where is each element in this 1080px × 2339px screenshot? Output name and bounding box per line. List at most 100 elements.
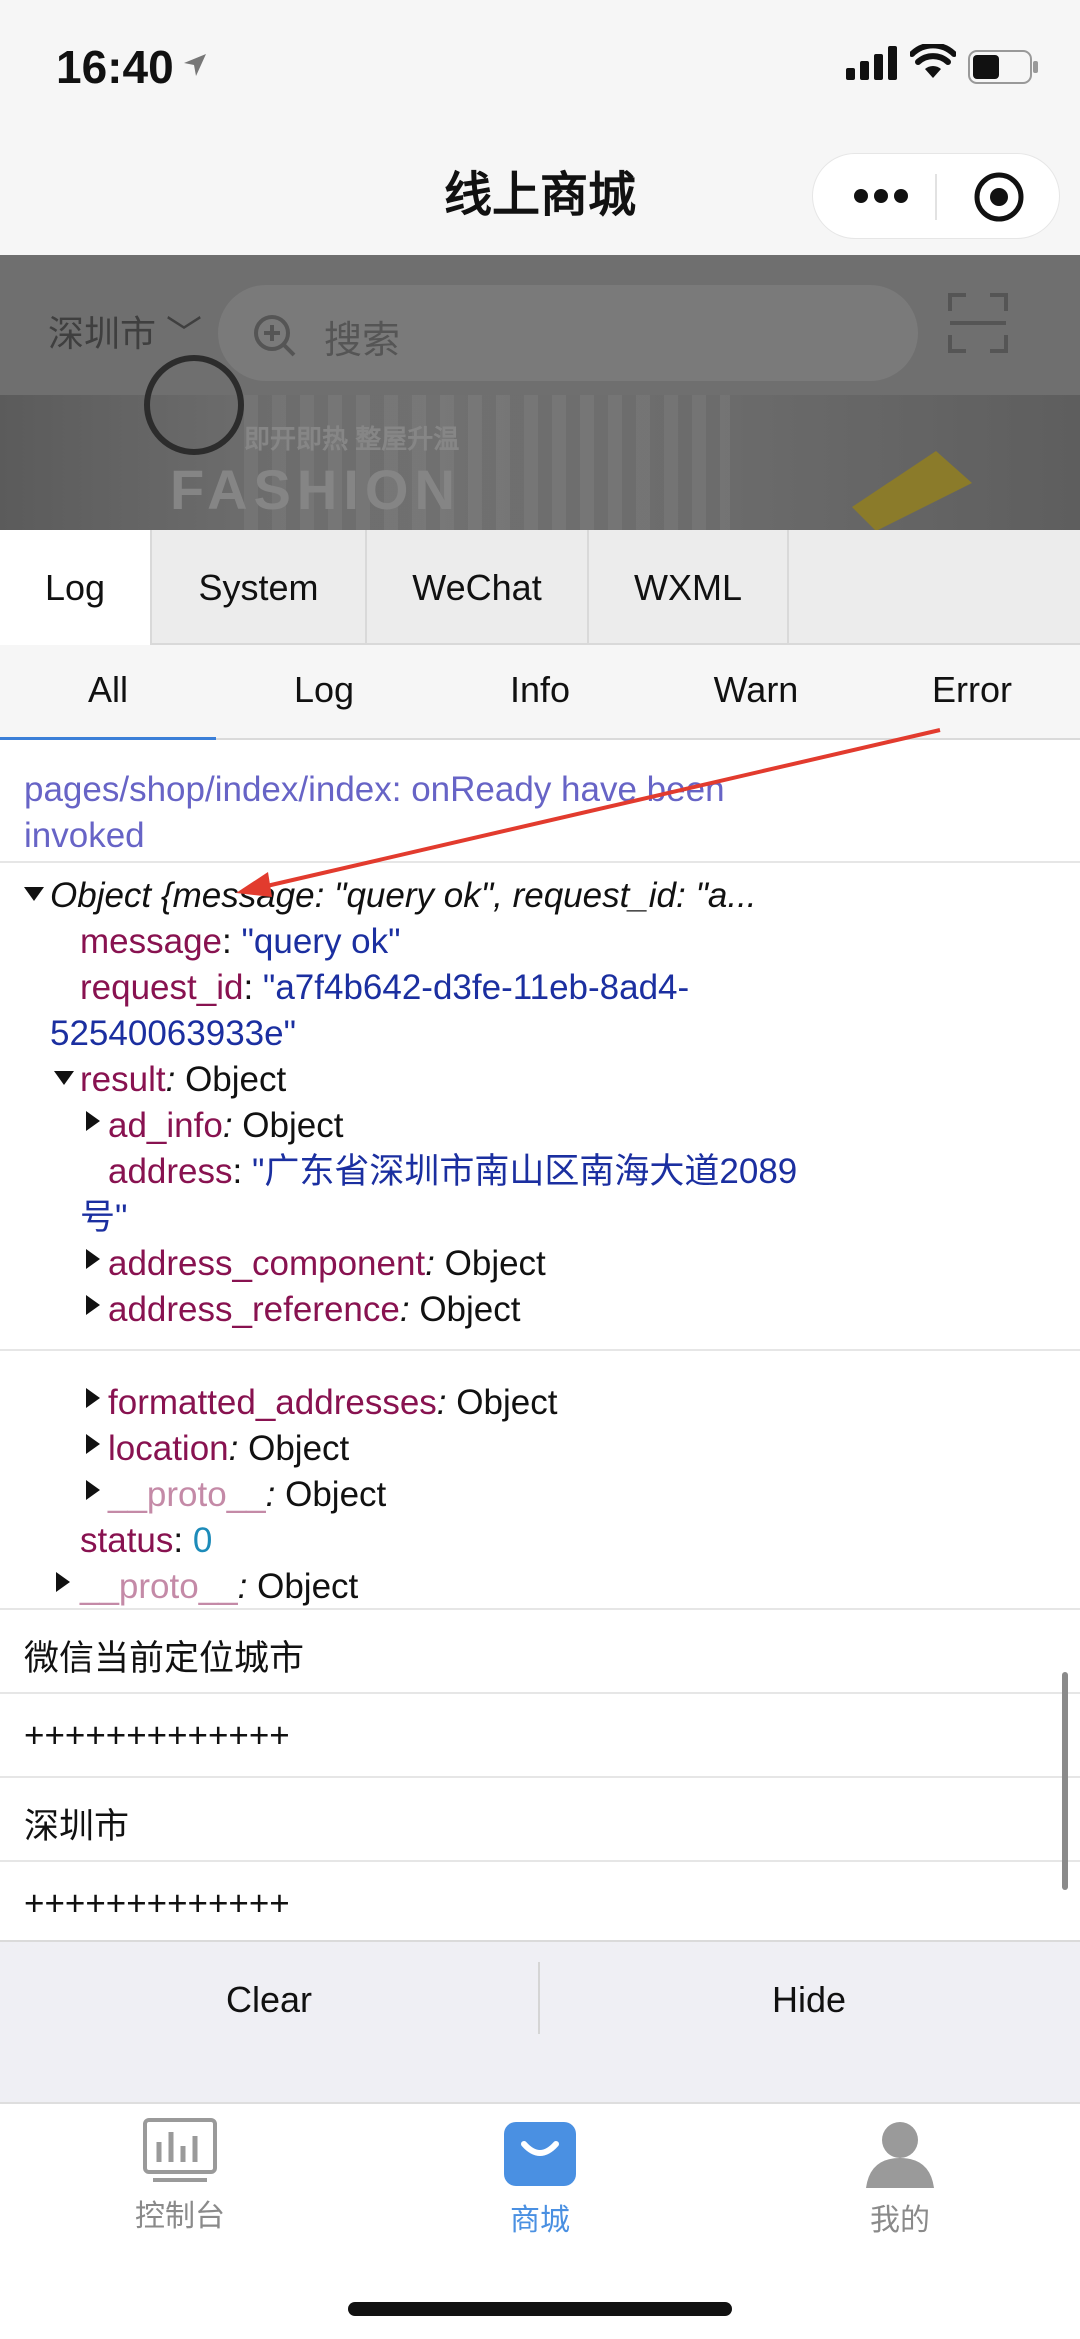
- prop-value: "a7f4b642-d3fe-11eb-8ad4-: [262, 968, 690, 1007]
- prop-address: address: "广东省深圳市南山区南海大道2089: [108, 1152, 798, 1191]
- prop-key: __proto__: [108, 1475, 266, 1514]
- banner-subtitle: 即开即热 整屋升温: [244, 424, 460, 454]
- battery-icon: [968, 50, 1038, 84]
- nav-bar: 线上商城: [0, 135, 1080, 255]
- collapse-triangle-icon[interactable]: [24, 887, 44, 901]
- prop-formatted-addresses[interactable]: formatted_addresses: Object: [108, 1380, 557, 1426]
- banner-title: FASHION: [170, 458, 461, 521]
- user-icon: [866, 2122, 934, 2188]
- prop-key: formatted_addresses: [108, 1383, 437, 1422]
- log-text: 深圳市: [24, 1807, 130, 1846]
- log-filter-tabs: All Log Info Warn Error: [0, 645, 1080, 740]
- prop-value: "query ok": [241, 922, 401, 961]
- collapse-triangle-icon[interactable]: [54, 1071, 74, 1085]
- filter-log[interactable]: Log: [216, 645, 432, 740]
- tab-log[interactable]: Log: [0, 530, 152, 645]
- tab-console[interactable]: 控制台: [0, 2118, 360, 2235]
- city-label: 深圳市: [48, 313, 157, 354]
- log-row: +++++++++++++: [0, 1694, 1080, 1778]
- prop-key: address_component: [108, 1244, 426, 1283]
- expand-triangle-icon[interactable]: [86, 1434, 100, 1454]
- expand-triangle-icon[interactable]: [56, 1572, 70, 1592]
- tab-label: 我的: [870, 2204, 930, 2237]
- capsule-divider: [935, 174, 937, 220]
- info-text-line1: pages/shop/index/index: onReady have bee…: [24, 770, 725, 809]
- prop-key: ad_info: [108, 1106, 223, 1145]
- filter-info[interactable]: Info: [432, 645, 648, 740]
- prop-type: Object: [456, 1383, 558, 1422]
- tab-profile[interactable]: 我的: [720, 2118, 1080, 2239]
- search-placeholder: 搜索: [324, 320, 401, 362]
- prop-message: message: "query ok": [80, 922, 401, 961]
- prop-result[interactable]: result: Object: [80, 1057, 286, 1103]
- prop-ad-info[interactable]: ad_info: Object: [108, 1103, 343, 1149]
- console-tabs: Log System WeChat WXML: [0, 530, 1080, 645]
- log-text: +++++++++++++: [24, 1716, 290, 1755]
- log-row: +++++++++++++: [0, 1862, 1080, 1940]
- prop-type: Object: [419, 1290, 521, 1329]
- prop-type: Object: [185, 1060, 287, 1099]
- prop-proto-inner[interactable]: __proto__: Object: [108, 1472, 386, 1518]
- page-background: 深圳市 ﹀ 搜索 即开即热 整屋升温 FASHION: [0, 255, 1080, 530]
- prop-key: result: [80, 1060, 166, 1099]
- tab-label: 商城: [510, 2204, 570, 2237]
- prop-location[interactable]: location: Object: [108, 1426, 349, 1472]
- more-icon[interactable]: [853, 184, 909, 208]
- cellular-signal-icon: [846, 46, 897, 80]
- prop-type: Object: [285, 1475, 387, 1514]
- status-bar: 16:40: [0, 0, 1080, 135]
- filter-error[interactable]: Error: [864, 645, 1080, 740]
- prop-key: status: [80, 1521, 174, 1560]
- tab-label: 控制台: [135, 2200, 225, 2233]
- prop-request-id: request_id: "a7f4b642-d3fe-11eb-8ad4-: [80, 968, 690, 1007]
- expand-triangle-icon[interactable]: [86, 1249, 100, 1269]
- vconsole-panel: Log System WeChat WXML All Log Info Warn…: [0, 530, 1080, 2103]
- prop-value: "广东省深圳市南山区南海大道2089: [251, 1152, 798, 1191]
- tab-shop[interactable]: 商城: [360, 2118, 720, 2239]
- log-row-info: pages/shop/index/index: onReady have bee…: [0, 755, 1080, 863]
- prop-key: location: [108, 1429, 229, 1468]
- prop-key: address_reference: [108, 1290, 400, 1329]
- mini-program-capsule: [812, 153, 1060, 239]
- log-row-object[interactable]: Object {message: "query ok", request_id:…: [0, 863, 1080, 1351]
- shopping-bag-icon: [504, 2122, 576, 2186]
- prop-proto-outer[interactable]: __proto__: Object: [80, 1564, 358, 1610]
- tab-system[interactable]: System: [152, 530, 367, 645]
- prop-value-wrap: 52540063933e": [50, 1014, 297, 1053]
- prop-address-reference[interactable]: address_reference: Object: [108, 1287, 520, 1333]
- log-text: +++++++++++++: [24, 1884, 290, 1923]
- expand-triangle-icon[interactable]: [86, 1111, 100, 1131]
- tab-wxml[interactable]: WXML: [589, 530, 789, 645]
- prop-key: __proto__: [80, 1567, 238, 1606]
- prop-status: status: 0: [80, 1521, 213, 1560]
- location-arrow-icon: [184, 54, 206, 76]
- filter-warn[interactable]: Warn: [648, 645, 864, 740]
- object-summary[interactable]: Object {message: "query ok", request_id:…: [50, 873, 757, 919]
- expand-triangle-icon[interactable]: [86, 1480, 100, 1500]
- tab-wechat[interactable]: WeChat: [367, 530, 589, 645]
- search-icon: [254, 315, 296, 357]
- clear-button[interactable]: Clear: [0, 1942, 538, 2057]
- expand-triangle-icon[interactable]: [86, 1295, 100, 1315]
- chevron-down-icon: ﹀: [166, 313, 203, 354]
- city-selector[interactable]: 深圳市 ﹀: [48, 305, 202, 357]
- info-text-line2: invoked: [24, 816, 145, 855]
- hide-button[interactable]: Hide: [540, 1942, 1078, 2057]
- home-indicator: [348, 2302, 732, 2316]
- log-row: 深圳市: [0, 1778, 1080, 1862]
- prop-address-component[interactable]: address_component: Object: [108, 1241, 546, 1287]
- prop-value: 0: [192, 1521, 213, 1560]
- prop-type: Object: [248, 1429, 350, 1468]
- filter-all[interactable]: All: [0, 645, 216, 740]
- close-target-icon[interactable]: [973, 171, 1025, 223]
- prop-type: Object: [257, 1567, 359, 1606]
- search-input[interactable]: 搜索: [218, 285, 918, 381]
- expand-triangle-icon[interactable]: [86, 1388, 100, 1408]
- prop-type: Object: [444, 1244, 546, 1283]
- prop-key: message: [80, 922, 223, 961]
- promo-banner[interactable]: 即开即热 整屋升温 FASHION: [0, 355, 1080, 530]
- prop-type: Object: [242, 1106, 344, 1145]
- log-scrollbar[interactable]: [1062, 1672, 1068, 1890]
- lamp-image: [852, 451, 972, 530]
- scan-icon[interactable]: [948, 293, 1008, 353]
